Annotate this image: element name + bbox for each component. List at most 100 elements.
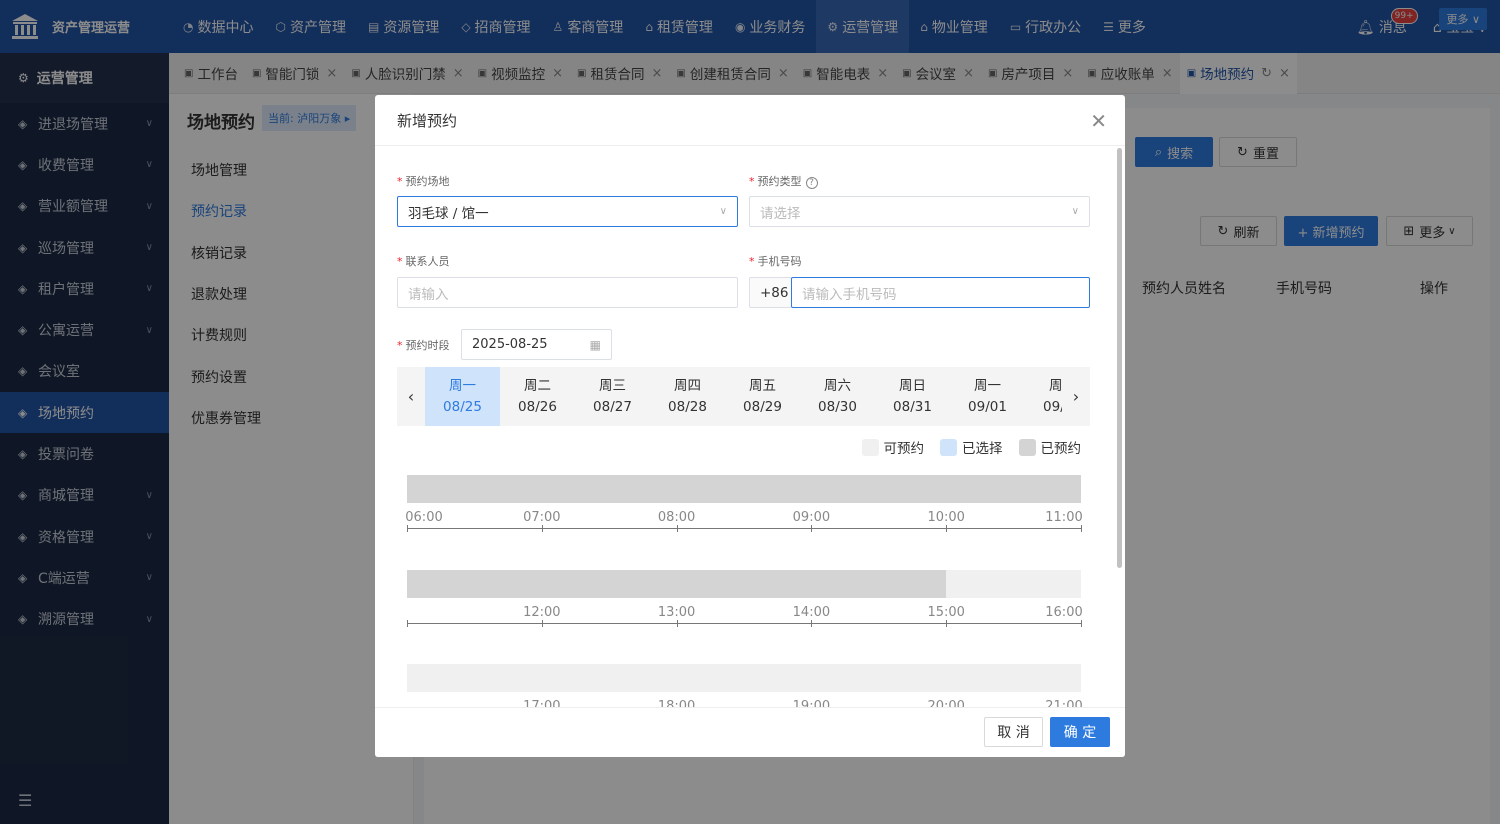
day-option-7[interactable]: 周一 09/01 <box>950 367 1025 426</box>
close-icon[interactable]: ✕ <box>1090 109 1107 133</box>
venue-value: 羽毛球 / 馆一 <box>408 205 489 222</box>
day-week: 周五 <box>749 377 776 394</box>
type-placeholder: 请选择 <box>760 205 801 222</box>
timeline-tick <box>1081 620 1082 627</box>
timeline-tick <box>811 525 813 532</box>
chevron-left-icon[interactable]: ‹ <box>397 387 425 406</box>
timeline-label: 09:00 <box>792 510 831 525</box>
timeline-slot-bar[interactable] <box>407 570 1081 598</box>
day-week: 周二 <box>524 377 551 394</box>
date-picker[interactable]: 2025-08-25 ▦ <box>461 329 612 360</box>
day-week: 周二 <box>1049 377 1062 394</box>
confirm-button[interactable]: 确 定 <box>1050 717 1110 747</box>
confirm-label: 确 定 <box>1063 725 1097 741</box>
timeline-tick <box>541 620 543 627</box>
availability-legend: 可预约 已选择 已预约 <box>846 437 1082 457</box>
day-option-3[interactable]: 周四 08/28 <box>650 367 725 426</box>
day-date: 08/28 <box>668 398 707 415</box>
timeline-slot-bar[interactable] <box>407 475 1081 503</box>
day-week: 周一 <box>974 377 1001 394</box>
day-week: 周一 <box>449 377 476 394</box>
cancel-button[interactable]: 取 消 <box>984 717 1043 747</box>
dialog-footer: 取 消 确 定 <box>375 707 1125 757</box>
timeline-axis <box>407 623 1081 624</box>
contact-label: * 联系人员 <box>397 255 450 268</box>
dialog-header: 新增预约 ✕ <box>375 95 1125 146</box>
timeline-label: 12:00 <box>523 605 561 620</box>
day-week: 周四 <box>674 377 701 394</box>
day-option-5[interactable]: 周六 08/30 <box>800 367 875 426</box>
timeline-tick <box>811 620 813 627</box>
chevron-down-icon: ∨ <box>719 206 727 217</box>
chevron-right-icon[interactable]: › <box>1062 387 1090 406</box>
day-option-6[interactable]: 周日 08/31 <box>875 367 950 426</box>
booked-range <box>407 475 1081 503</box>
timeline-label: 06:00 <box>405 510 443 525</box>
timeline-tick <box>946 620 948 627</box>
timeline-label: 07:00 <box>523 510 561 525</box>
day-option-1[interactable]: 周二 08/26 <box>500 367 575 426</box>
timeline-label: 14:00 <box>792 605 831 620</box>
help-icon[interactable]: ? <box>805 177 818 189</box>
day-week: 周日 <box>899 377 926 394</box>
legend-swatch <box>1018 438 1036 456</box>
timeline-tick <box>676 620 678 627</box>
day-option-2[interactable]: 周三 08/27 <box>575 367 650 426</box>
day-date: 08/26 <box>518 398 557 415</box>
legend-label: 已选择 <box>962 441 1003 457</box>
day-date: 08/25 <box>443 398 482 415</box>
booked-range <box>407 570 947 598</box>
dialog-title: 新增预约 <box>397 111 458 130</box>
timeline-label: 08:00 <box>657 510 696 525</box>
timeline-tick <box>541 525 543 532</box>
phone-label: * 手机号码 <box>749 255 802 268</box>
timeline-label: 13:00 <box>657 605 696 620</box>
phone-label-text: 手机号码 <box>757 255 802 268</box>
timeline-axis <box>407 528 1081 529</box>
timeline-tick <box>407 620 408 627</box>
day-date: 08/27 <box>593 398 632 415</box>
chevron-down-icon: ∨ <box>1071 206 1079 217</box>
contact-label-text: 联系人员 <box>405 255 450 268</box>
phone-prefix-value: +86 <box>760 284 789 301</box>
timeline-tick <box>676 525 678 532</box>
timeline-label: 11:00 <box>1045 510 1083 525</box>
phone-prefix: +86 <box>749 277 792 308</box>
day-option-0[interactable]: 周一 08/25 <box>425 367 500 426</box>
type-label-text: 预约类型 <box>757 175 802 188</box>
timeline-label: 16:00 <box>1045 605 1083 620</box>
day-option-4[interactable]: 周五 08/29 <box>725 367 800 426</box>
timeline-label: 10:00 <box>927 510 965 525</box>
period-label-text: 预约时段 <box>405 339 450 352</box>
legend-swatch <box>940 438 957 456</box>
type-select[interactable]: 请选择 ∨ <box>749 196 1090 227</box>
day-option-8[interactable]: 周二 09/02 <box>1025 367 1062 426</box>
timeline-tick <box>1081 525 1082 532</box>
day-date: 09/01 <box>968 398 1007 415</box>
day-selector: ‹ 周一 08/25 周二 08/26 周三 08/27 周四 08/28 周五 08/29 周六 0… <box>397 367 1090 426</box>
timeline-label: 15:00 <box>927 605 965 620</box>
period-label: * 预约时段 <box>397 339 450 352</box>
day-date: 08/29 <box>743 398 782 415</box>
day-date: 08/30 <box>818 398 857 415</box>
calendar-icon: ▦ <box>589 337 601 352</box>
contact-input[interactable]: 请输入 <box>397 277 738 308</box>
legend-swatch <box>861 438 879 456</box>
venue-select[interactable]: 羽毛球 / 馆一 ∨ <box>397 196 738 227</box>
date-value: 2025-08-25 <box>472 337 548 352</box>
contact-placeholder: 请输入 <box>408 286 449 303</box>
legend-label: 已预约 <box>1040 441 1082 457</box>
add-booking-dialog: 新增预约 ✕ * 预约场地 羽毛球 / 馆一 ∨ * 预约类型? 请选择 ∨ * 联系… <box>375 95 1125 757</box>
timeline-slot-bar[interactable] <box>407 664 1081 692</box>
day-week: 周三 <box>599 377 626 394</box>
day-week: 周六 <box>824 377 851 394</box>
day-date: 08/31 <box>893 398 932 415</box>
dialog-scrollbar[interactable] <box>1117 148 1122 568</box>
timeline-tick <box>407 525 408 532</box>
venue-label-text: 预约场地 <box>405 175 450 188</box>
timeline-tick <box>946 525 948 532</box>
type-label: * 预约类型? <box>749 173 818 189</box>
phone-input[interactable]: 请输入手机号码 <box>791 277 1090 308</box>
venue-label: * 预约场地 <box>397 175 450 188</box>
legend-label: 可预约 <box>883 441 925 457</box>
